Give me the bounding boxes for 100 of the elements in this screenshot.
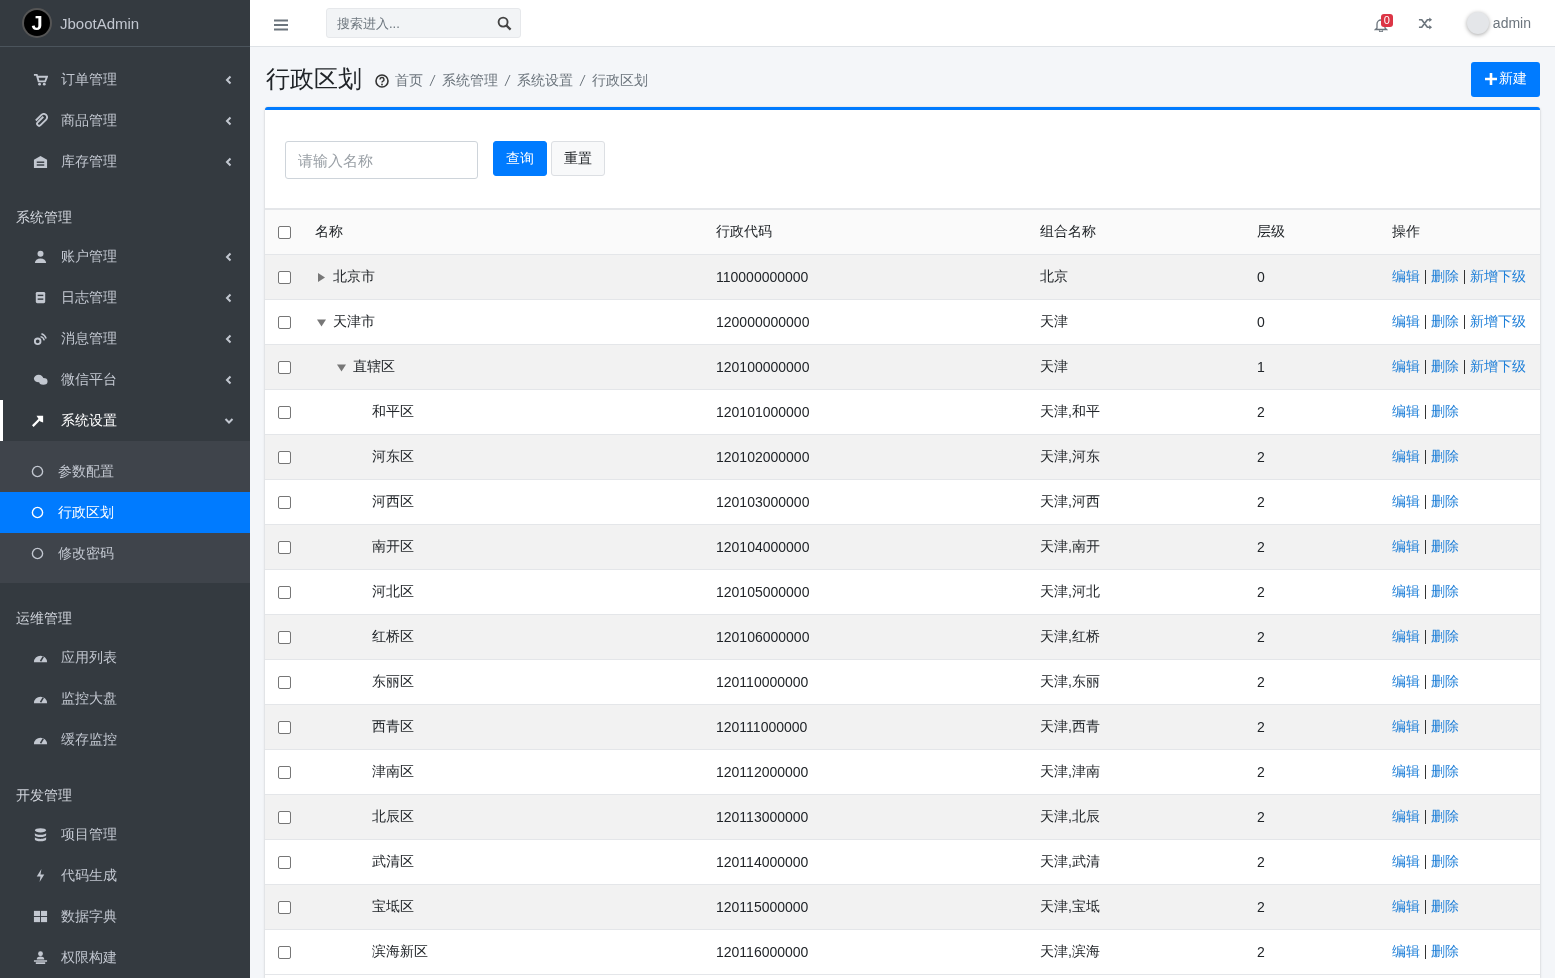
- sidebar-item[interactable]: 日志管理: [0, 277, 250, 318]
- submenu-item[interactable]: 行政区划: [0, 492, 250, 533]
- plus-icon: [1485, 73, 1497, 85]
- sidebar-item[interactable]: 账户管理: [0, 236, 250, 277]
- table-cell: 天津,南开: [1040, 538, 1100, 556]
- action-link[interactable]: 编辑: [1392, 538, 1420, 556]
- checkbox[interactable]: [278, 855, 291, 869]
- checkbox[interactable]: [278, 945, 291, 959]
- query-button[interactable]: 查询: [493, 141, 547, 176]
- table-cell: 120114000000: [716, 854, 809, 870]
- chevron-left-icon: [224, 374, 234, 385]
- breadcrumb-item[interactable]: 系统设置: [517, 71, 573, 90]
- expanded-triangle-icon[interactable]: [317, 317, 326, 327]
- action-link[interactable]: 删除: [1431, 673, 1459, 691]
- action-link[interactable]: 删除: [1431, 628, 1459, 646]
- action-link[interactable]: 编辑: [1392, 853, 1420, 871]
- action-link[interactable]: 删除: [1431, 808, 1459, 826]
- action-link[interactable]: 编辑: [1392, 808, 1420, 826]
- checkbox[interactable]: [278, 675, 291, 689]
- sidebar-item[interactable]: 商品管理: [0, 100, 250, 141]
- action-link[interactable]: 删除: [1431, 403, 1459, 421]
- checkbox[interactable]: [278, 495, 291, 509]
- checkbox[interactable]: [278, 225, 291, 239]
- checkbox[interactable]: [278, 270, 291, 284]
- action-link[interactable]: 新增下级: [1470, 268, 1526, 286]
- action-link[interactable]: 编辑: [1392, 448, 1420, 466]
- sidebar-item[interactable]: 缓存监控: [0, 719, 250, 760]
- action-link[interactable]: 删除: [1431, 358, 1459, 376]
- sidebar-item[interactable]: 项目管理: [0, 814, 250, 855]
- action-link[interactable]: 删除: [1431, 538, 1459, 556]
- table-cell: 河东区: [372, 448, 414, 466]
- slash-icon: [429, 74, 436, 87]
- sidebar-item[interactable]: 代码生成: [0, 855, 250, 896]
- checkbox[interactable]: [278, 450, 291, 464]
- expanded-triangle-icon[interactable]: [336, 362, 346, 372]
- action-link[interactable]: 编辑: [1392, 763, 1420, 781]
- action-link[interactable]: 编辑: [1392, 313, 1420, 331]
- chevron-left-icon: [224, 333, 234, 344]
- shuffle-icon[interactable]: [1417, 15, 1433, 31]
- sidebar-item[interactable]: 消息管理: [0, 318, 250, 359]
- action-link[interactable]: 编辑: [1392, 673, 1420, 691]
- search-icon[interactable]: [497, 15, 512, 31]
- checkbox[interactable]: [278, 315, 291, 329]
- checkbox[interactable]: [278, 900, 291, 914]
- action-link[interactable]: 删除: [1431, 898, 1459, 916]
- table-cell: 天津,西青: [1040, 718, 1100, 736]
- checkbox[interactable]: [278, 405, 291, 419]
- action-link[interactable]: 编辑: [1392, 898, 1420, 916]
- submenu-item[interactable]: 修改密码: [0, 533, 250, 574]
- action-link[interactable]: 编辑: [1392, 628, 1420, 646]
- collapsed-triangle-icon[interactable]: [317, 272, 326, 282]
- action-link[interactable]: 删除: [1431, 943, 1459, 961]
- action-link[interactable]: 删除: [1431, 583, 1459, 601]
- action-link[interactable]: 编辑: [1392, 268, 1420, 286]
- sidebar-item[interactable]: 库存管理: [0, 141, 250, 182]
- new-button[interactable]: 新建: [1471, 61, 1540, 97]
- sidebar-item[interactable]: 权限构建: [0, 937, 250, 978]
- action-link[interactable]: 新增下级: [1470, 358, 1526, 376]
- sidebar-item[interactable]: 监控大盘: [0, 678, 250, 719]
- reset-button[interactable]: 重置: [551, 141, 605, 176]
- table-cell: 2: [1257, 404, 1265, 420]
- breadcrumb-item[interactable]: 首页: [395, 71, 423, 90]
- breadcrumb-item[interactable]: 系统管理: [442, 71, 498, 90]
- checkbox[interactable]: [278, 360, 291, 374]
- checkbox[interactable]: [278, 540, 291, 554]
- action-link[interactable]: 编辑: [1392, 358, 1420, 376]
- checkbox[interactable]: [278, 585, 291, 599]
- search-field[interactable]: 搜索进入...: [326, 8, 521, 38]
- checkbox[interactable]: [278, 630, 291, 644]
- table-cell: 2: [1257, 539, 1265, 555]
- name-input[interactable]: 请输入名称: [285, 141, 478, 179]
- sidebar-item[interactable]: 应用列表: [0, 637, 250, 678]
- search-input[interactable]: 搜索进入...: [335, 14, 497, 32]
- action-link[interactable]: 编辑: [1392, 403, 1420, 421]
- action-link[interactable]: 新增下级: [1470, 313, 1526, 331]
- action-link[interactable]: 编辑: [1392, 718, 1420, 736]
- user-name[interactable]: admin: [1492, 15, 1531, 31]
- action-link[interactable]: 删除: [1431, 448, 1459, 466]
- action-link[interactable]: 编辑: [1392, 583, 1420, 601]
- bell-icon[interactable]: [1373, 18, 1388, 32]
- action-link[interactable]: 编辑: [1392, 943, 1420, 961]
- menu-icon[interactable]: [274, 18, 288, 32]
- table-cell: 120102000000: [716, 449, 810, 465]
- action-link[interactable]: 删除: [1431, 493, 1459, 511]
- action-link[interactable]: 删除: [1431, 763, 1459, 781]
- checkbox[interactable]: [278, 765, 291, 779]
- checkbox[interactable]: [278, 720, 291, 734]
- sidebar-item[interactable]: 数据字典: [0, 896, 250, 937]
- table-cell: 天津: [1040, 313, 1068, 331]
- help-icon[interactable]: [375, 73, 389, 88]
- sidebar-item[interactable]: 微信平台: [0, 359, 250, 400]
- action-link[interactable]: 删除: [1431, 853, 1459, 871]
- action-link[interactable]: 删除: [1431, 718, 1459, 736]
- action-link[interactable]: 编辑: [1392, 493, 1420, 511]
- action-link[interactable]: 删除: [1431, 313, 1459, 331]
- action-link[interactable]: 删除: [1431, 268, 1459, 286]
- checkbox[interactable]: [278, 810, 291, 824]
- table-cell: 宝坻区: [372, 898, 414, 916]
- sidebar-item[interactable]: 订单管理: [0, 59, 250, 100]
- submenu-item[interactable]: 参数配置: [0, 451, 250, 492]
